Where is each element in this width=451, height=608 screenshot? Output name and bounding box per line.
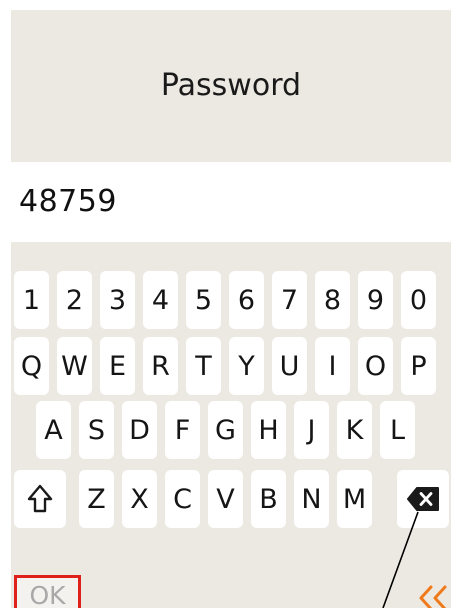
key-d[interactable]: D [122, 401, 157, 459]
key-h[interactable]: H [251, 401, 286, 459]
key-c[interactable]: C [165, 470, 200, 528]
key-p[interactable]: P [401, 337, 436, 395]
key-3[interactable]: 3 [100, 271, 135, 329]
key-l[interactable]: L [380, 401, 415, 459]
key-1[interactable]: 1 [14, 271, 49, 329]
key-t[interactable]: T [186, 337, 221, 395]
key-u[interactable]: U [272, 337, 307, 395]
keyboard-screen: Password 48759 1 2 3 4 5 6 7 8 9 0 Q W E… [11, 10, 451, 608]
back-button[interactable] [417, 584, 449, 608]
key-9[interactable]: 9 [358, 271, 393, 329]
key-v[interactable]: V [208, 470, 243, 528]
ok-label: OK [29, 580, 66, 608]
ok-button[interactable]: OK [14, 575, 81, 608]
page-title: Password [160, 67, 302, 103]
key-7[interactable]: 7 [272, 271, 307, 329]
shift-key[interactable] [14, 470, 66, 528]
key-q[interactable]: Q [14, 337, 49, 395]
key-a[interactable]: A [36, 401, 71, 459]
double-chevron-left-icon [417, 584, 449, 608]
key-w[interactable]: W [57, 337, 92, 395]
password-value: 48759 [19, 184, 117, 219]
key-2[interactable]: 2 [57, 271, 92, 329]
backspace-icon [406, 486, 440, 512]
key-g[interactable]: G [208, 401, 243, 459]
key-x[interactable]: X [122, 470, 157, 528]
key-b[interactable]: B [251, 470, 286, 528]
key-n[interactable]: N [294, 470, 329, 528]
key-4[interactable]: 4 [143, 271, 178, 329]
backspace-key[interactable] [397, 470, 449, 528]
key-5[interactable]: 5 [186, 271, 221, 329]
key-m[interactable]: M [337, 470, 372, 528]
key-6[interactable]: 6 [229, 271, 264, 329]
key-k[interactable]: K [337, 401, 372, 459]
shift-icon [27, 484, 53, 514]
password-field[interactable]: 48759 [11, 162, 451, 242]
key-f[interactable]: F [165, 401, 200, 459]
key-j[interactable]: J [294, 401, 329, 459]
key-8[interactable]: 8 [315, 271, 350, 329]
key-s[interactable]: S [79, 401, 114, 459]
key-y[interactable]: Y [229, 337, 264, 395]
key-0[interactable]: 0 [401, 271, 436, 329]
key-i[interactable]: I [315, 337, 350, 395]
key-o[interactable]: O [358, 337, 393, 395]
key-z[interactable]: Z [79, 470, 114, 528]
key-r[interactable]: R [143, 337, 178, 395]
key-e[interactable]: E [100, 337, 135, 395]
